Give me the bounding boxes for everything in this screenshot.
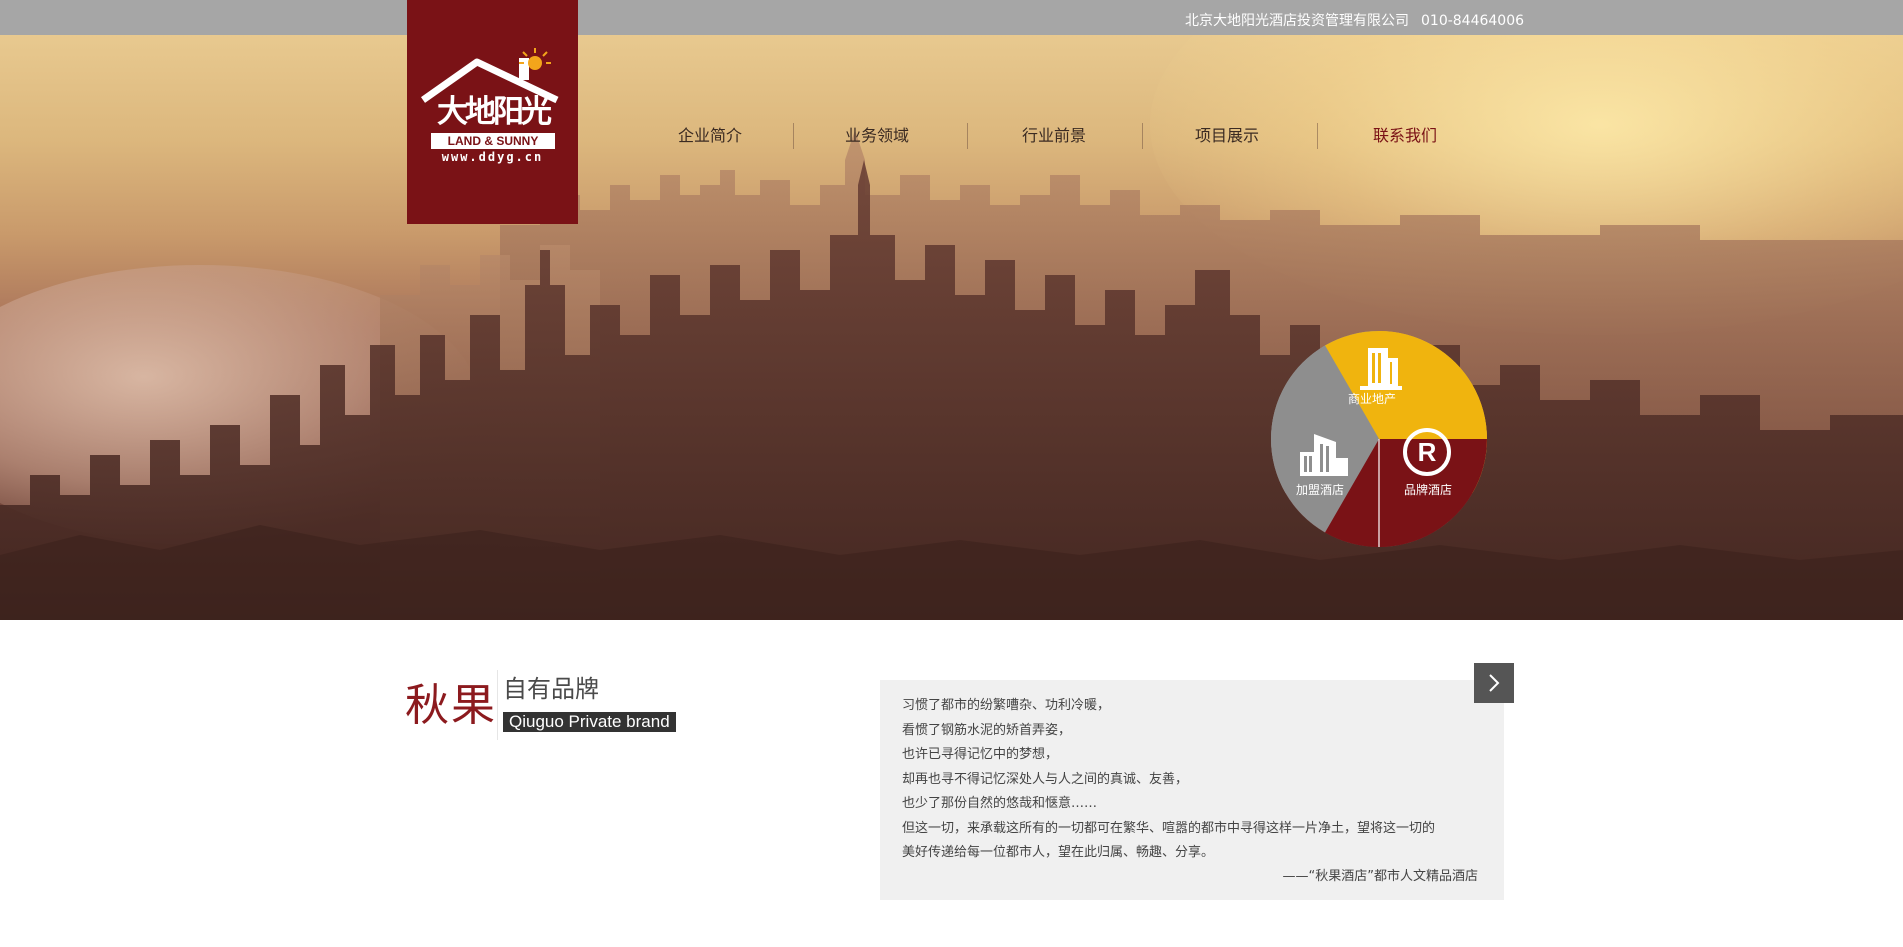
nav-divider <box>1317 123 1318 149</box>
logo-chinese-text: 大地阳光 <box>437 94 552 130</box>
quote-line: 也许已寻得记忆中的梦想， <box>902 747 1059 762</box>
city-buildings-icon <box>1300 434 1348 476</box>
nav-item-projects[interactable]: 项目展示 <box>1162 118 1292 154</box>
company-name: 北京大地阳光酒店投资管理有限公司 <box>1185 13 1409 29</box>
brand-heading: 秋果 自有品牌 Qiuguo Private brand <box>405 668 695 748</box>
building-icon <box>1360 348 1402 390</box>
quote-line: 却再也寻不得记忆深处人与人之间的真诚、友善， <box>902 771 1189 787</box>
brand-english: Qiuguo Private brand <box>503 712 676 732</box>
segment-label-commercial[interactable]: 商业地产 <box>1348 390 1396 407</box>
nav-divider <box>793 123 794 149</box>
phone-number: 010-84464006 <box>1421 13 1525 29</box>
quote-signature: ——“秋果酒店”都市人文精品酒店 <box>1282 869 1478 884</box>
quote-line: 习惯了都市的纷繁嘈杂、功利冷暖， <box>902 698 1111 713</box>
registered-trademark-icon: R <box>1403 428 1451 476</box>
company-logo[interactable]: 大地阳光 LAND & SUNNY www.ddyg.cn <box>407 0 578 224</box>
nav-item-outlook[interactable]: 行业前景 <box>989 118 1119 154</box>
city-skyline-image <box>0 130 1903 620</box>
brand-title: 自有品牌 <box>503 675 599 703</box>
nav-divider <box>1142 123 1143 149</box>
segment-label-franchise-hotel[interactable]: 加盟酒店 <box>1296 481 1344 498</box>
segment-label-brand-hotel[interactable]: 品牌酒店 <box>1404 481 1452 498</box>
nav-item-contact[interactable]: 联系我们 <box>1340 118 1470 154</box>
nav-item-business[interactable]: 业务领域 <box>812 118 942 154</box>
quote-lines: 习惯了都市的纷繁嘈杂、功利冷暖， 看惯了钢筋水泥的矫首弄姿， 也许已寻得记忆中的… <box>902 694 1492 866</box>
next-button[interactable] <box>1474 663 1514 703</box>
logo-english-text: LAND & SUNNY <box>431 133 555 149</box>
nav-divider <box>967 123 968 149</box>
top-contact: 北京大地阳光酒店投资管理有限公司 010-84464006 <box>1185 0 1536 35</box>
brand-quote-box: 习惯了都市的纷繁嘈杂、功利冷暖， 看惯了钢筋水泥的矫首弄姿， 也许已寻得记忆中的… <box>880 680 1504 900</box>
quote-line: 看惯了钢筋水泥的矫首弄姿， <box>902 722 1072 738</box>
nav-item-company-intro[interactable]: 企业简介 <box>645 118 775 154</box>
brand-divider <box>497 670 498 740</box>
brand-name: 秋果 <box>405 680 497 731</box>
top-bar: 北京大地阳光酒店投资管理有限公司 010-84464006 <box>0 0 1903 35</box>
quote-line: 但这一切，来承载这所有的一切都可在繁华、喧嚣的都市中寻得这样一片净土，望将这一切… <box>902 820 1436 836</box>
quote-line: 美好传递给每一位都市人，望在此归属、畅趣、分享。 <box>902 845 1215 860</box>
svg-text:R: R <box>1418 437 1437 467</box>
business-circle: 商业地产 R 品牌酒店 加盟酒店 <box>1268 328 1490 550</box>
hero-banner <box>0 35 1903 620</box>
quote-line: 也少了那份自然的悠哉和惬意…… <box>902 796 1098 811</box>
logo-url: www.ddyg.cn <box>441 150 544 164</box>
chevron-right-icon <box>1489 674 1500 692</box>
